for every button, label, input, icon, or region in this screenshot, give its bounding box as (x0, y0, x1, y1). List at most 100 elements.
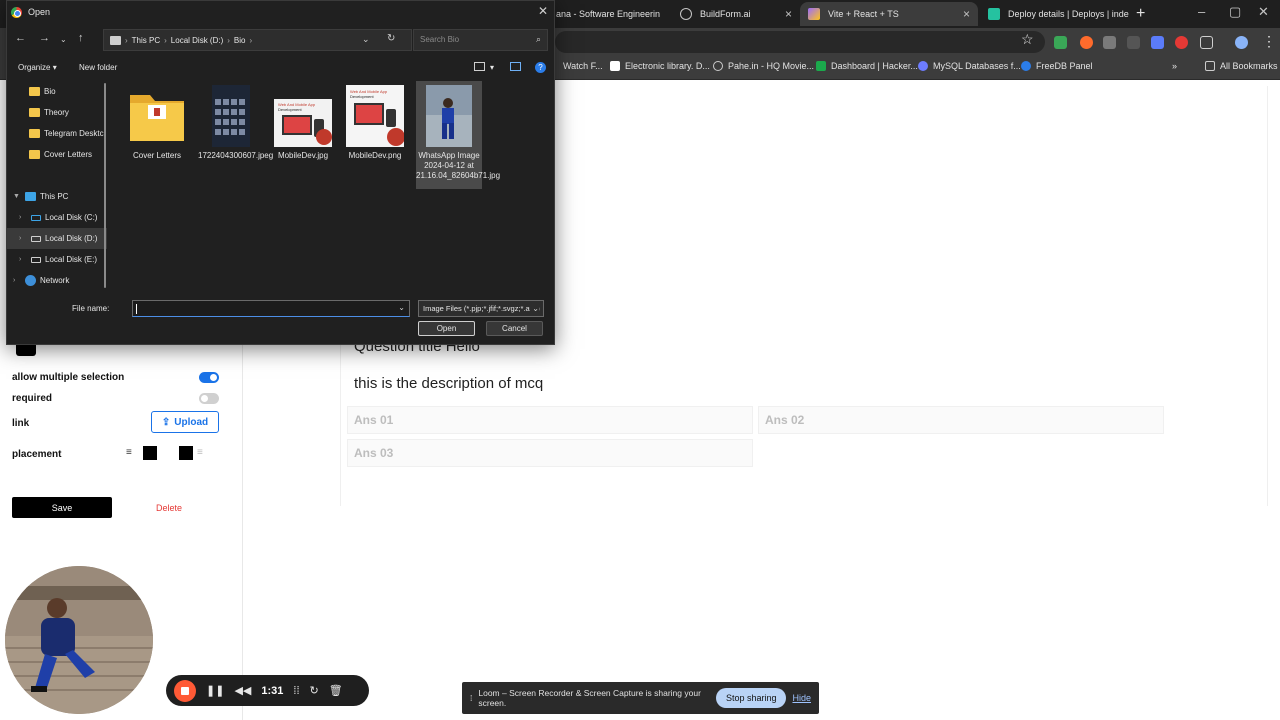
help-icon[interactable]: ? (535, 62, 546, 73)
extension-icon[interactable] (1151, 36, 1164, 49)
maximize-icon[interactable]: ▢ (1229, 4, 1241, 20)
tab-label: ana - Software Engineerin (556, 9, 661, 19)
bookmark-item[interactable]: Electronic library. D... (610, 61, 710, 71)
bookmarks-overflow-icon[interactable]: » (1172, 61, 1177, 71)
hide-link[interactable]: Hide (792, 693, 811, 703)
bookmark-star-icon[interactable]: ☆ (1021, 31, 1034, 48)
save-button[interactable]: Save (12, 497, 112, 518)
preview-pane-icon[interactable] (510, 62, 521, 71)
file-type-select[interactable]: Image Files (*.pjp;*.jfif;*.svgz;*.avif)… (418, 300, 544, 317)
tab-software-engineering[interactable]: ana - Software Engineerin × (548, 2, 668, 26)
tab-deploy-details[interactable]: Deploy details | Deploys | inde × (980, 2, 1130, 26)
folder-icon (128, 85, 186, 147)
recent-locations-icon[interactable]: ⌄ (60, 35, 67, 44)
minimize-icon[interactable]: – (1198, 4, 1205, 19)
forward-arrow-icon[interactable]: → (39, 32, 50, 44)
file-item[interactable]: 1722404300607.jpeg (198, 81, 274, 161)
nav-item-disk-d[interactable]: › Local Disk (D:) (7, 228, 107, 249)
bookmark-item[interactable]: FreeDB Panel (1021, 61, 1093, 71)
question-description[interactable]: this is the description of mcq (354, 375, 543, 392)
chevron-down-icon[interactable]: ⌄ (398, 303, 405, 312)
extensions-puzzle-icon[interactable] (1200, 36, 1213, 49)
close-icon[interactable]: ✕ (538, 4, 548, 18)
bookmark-item[interactable]: MySQL Databases f... (918, 61, 1021, 71)
bookmark-item[interactable]: Dashboard | Hacker... (816, 61, 918, 71)
back-arrow-icon[interactable]: ← (15, 32, 26, 44)
nav-label: Local Disk (E:) (45, 255, 98, 264)
stop-recording-button[interactable] (174, 679, 196, 702)
chevron-down-icon[interactable]: ▼ (13, 193, 21, 200)
nav-item-this-pc[interactable]: ▼ This PC (7, 186, 107, 207)
placement-option-dark[interactable] (179, 446, 193, 460)
up-arrow-icon[interactable]: ↑ (78, 32, 84, 44)
file-name: 1722404300607.jpeg (198, 151, 274, 160)
chevron-down-icon[interactable]: ⌄ (362, 34, 370, 45)
new-tab-button[interactable]: + (1136, 5, 1145, 23)
nav-item-bio[interactable]: Bio (7, 81, 107, 102)
nav-item-telegram[interactable]: Telegram Desktc (7, 123, 107, 144)
drive-icon (31, 235, 41, 242)
browser-menu-icon[interactable]: ⋮ (1262, 33, 1276, 50)
align-left-icon[interactable]: ≡ (126, 446, 140, 460)
stop-sharing-button[interactable]: Stop sharing (715, 688, 787, 708)
file-item[interactable]: Web And Mobile App Development MobileDev… (270, 81, 336, 161)
rewind-icon[interactable]: ◀◀ (234, 684, 251, 697)
upload-button[interactable]: ⇪ Upload (151, 411, 219, 433)
chevron-right-icon[interactable]: › (19, 256, 27, 263)
answer-option[interactable]: Ans 03 (347, 439, 753, 467)
answer-option[interactable]: Ans 02 (758, 406, 1164, 434)
required-toggle[interactable] (199, 393, 219, 404)
organize-button[interactable]: Organize ▾ (18, 63, 57, 72)
extension-icon[interactable] (1103, 36, 1116, 49)
extension-icon[interactable] (1054, 36, 1067, 49)
refresh-icon[interactable]: ↻ (387, 33, 395, 44)
chevron-right-icon[interactable]: › (13, 277, 21, 284)
chevron-down-icon[interactable]: ▾ (490, 63, 494, 72)
chevron-right-icon[interactable]: › (19, 214, 27, 221)
profile-icon[interactable] (1235, 36, 1248, 49)
nav-item-disk-e[interactable]: › Local Disk (E:) (7, 249, 107, 270)
breadcrumb-item[interactable]: This PC (132, 36, 160, 45)
file-item[interactable]: Cover Letters (124, 81, 190, 161)
change-view-icon[interactable] (474, 62, 485, 71)
nav-item-cover-letters[interactable]: Cover Letters (7, 144, 107, 165)
adblock-icon[interactable] (1175, 36, 1188, 49)
grid-icon[interactable]: ⁞⁞ (293, 685, 299, 697)
allow-multiple-toggle[interactable] (199, 372, 219, 383)
trash-icon[interactable]: 🗑 (329, 684, 343, 697)
page-icon (610, 61, 620, 71)
restart-icon[interactable]: ↻ (310, 684, 319, 697)
align-right-icon[interactable]: ≡ (197, 446, 211, 460)
tab-buildform[interactable]: BuildForm.ai × (672, 2, 800, 26)
search-input[interactable]: Search Bio ⌕ (413, 29, 548, 51)
address-bar[interactable] (555, 31, 1045, 53)
cancel-button[interactable]: Cancel (486, 321, 543, 336)
new-folder-button[interactable]: New folder (79, 63, 117, 72)
close-icon[interactable]: × (963, 7, 970, 21)
bookmark-item[interactable]: Pahe.in - HQ Movie... (713, 61, 814, 71)
window-close-icon[interactable]: ✕ (1258, 4, 1269, 20)
tab-vite-react[interactable]: Vite + React + TS × (800, 2, 978, 26)
nav-scrollbar[interactable] (104, 83, 106, 288)
breadcrumb-item[interactable]: Bio (234, 36, 246, 45)
breadcrumb-item[interactable]: Local Disk (D:) (171, 36, 223, 45)
nav-item-theory[interactable]: Theory (7, 102, 107, 123)
extension-icon[interactable] (1127, 36, 1140, 49)
delete-button[interactable]: Delete (145, 497, 193, 518)
extension-icon[interactable] (1080, 36, 1093, 49)
pause-icon[interactable]: ❚❚ (206, 684, 224, 697)
open-button[interactable]: Open (418, 321, 475, 336)
file-item[interactable]: Web And Mobile App Development MobileDev… (342, 81, 408, 161)
chevron-right-icon[interactable]: › (19, 235, 27, 242)
placement-option-dark[interactable] (143, 446, 157, 460)
nav-item-disk-c[interactable]: › Local Disk (C:) (7, 207, 107, 228)
nav-item-network[interactable]: › Network (7, 270, 107, 291)
file-item-selected[interactable]: WhatsApp Image 2024-04-12 at 21.16.04_82… (416, 81, 500, 189)
drag-handle-icon[interactable]: ⁞ (470, 693, 472, 703)
bookmark-item[interactable]: Watch F... (563, 61, 603, 71)
close-icon[interactable]: × (785, 7, 792, 21)
webcam-bubble[interactable] (5, 566, 153, 714)
answer-option[interactable]: Ans 01 (347, 406, 753, 434)
all-bookmarks[interactable]: All Bookmarks (1205, 61, 1278, 71)
file-name-input[interactable]: ⌄ (132, 300, 410, 317)
